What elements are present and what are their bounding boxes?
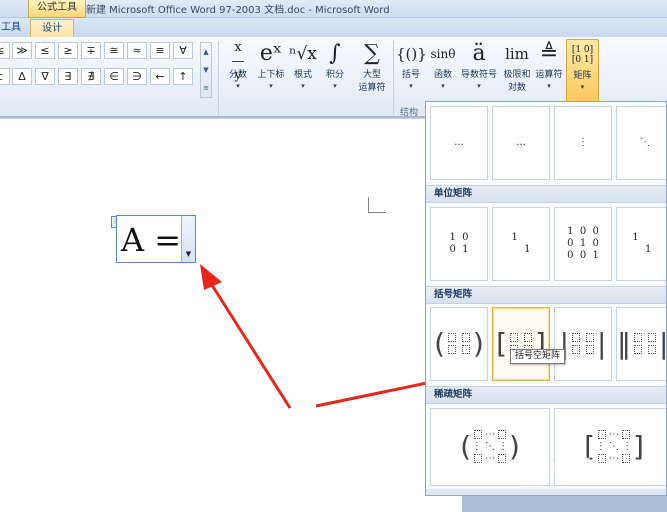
- gallery-resize-grip[interactable]: [426, 489, 666, 495]
- watermark-url: jingyan.baidu.com: [520, 478, 604, 488]
- paren-matrix[interactable]: (): [430, 307, 488, 381]
- matrix-gallery-dropdown: ... ... ⋮ ⋱ 单位矩阵 1 0 0 1 1 1 1 0 0 0 1 0…: [425, 101, 667, 496]
- gallery-cell[interactable]: ...: [430, 106, 488, 180]
- identity-matrix-3x3-sparse[interactable]: 1 1: [616, 207, 666, 281]
- bar-matrix[interactable]: | |: [554, 307, 612, 381]
- sparse-matrix-header: 稀疏矩阵: [426, 386, 666, 404]
- gallery-cell[interactable]: ...: [492, 106, 550, 180]
- identity-matrix-2x2-sparse[interactable]: 1 1: [492, 207, 550, 281]
- gallery-cell[interactable]: ⋮: [554, 106, 612, 180]
- gallery-cell[interactable]: ⋱: [616, 106, 666, 180]
- arrow-to-equation: [200, 264, 292, 409]
- bracket-matrix-header: 括号矩阵: [426, 286, 666, 304]
- watermark-logo: Bai du 经验: [505, 456, 600, 475]
- identity-matrix-header: 单位矩阵: [426, 185, 666, 203]
- double-bar-matrix[interactable]: ‖‖: [616, 307, 666, 381]
- tooltip: 括号空矩阵: [510, 349, 566, 364]
- identity-matrix-2x2[interactable]: 1 0 0 1: [430, 207, 488, 281]
- bracket-empty-matrix[interactable]: []: [492, 307, 550, 381]
- identity-matrix-3x3[interactable]: 1 0 0 0 1 0 0 0 1: [554, 207, 612, 281]
